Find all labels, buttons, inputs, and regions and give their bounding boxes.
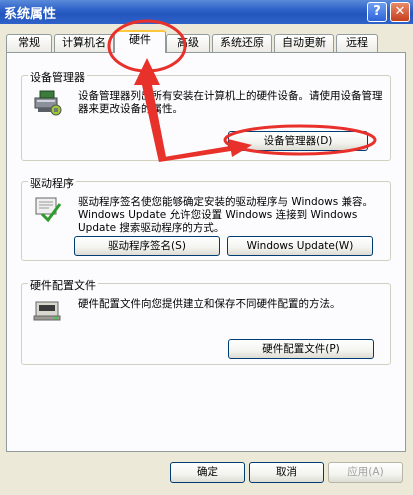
help-icon: ? [373, 4, 381, 19]
tab-general[interactable]: 常规 [6, 34, 52, 52]
title-bar: 系统属性 ? ✕ [0, 0, 413, 24]
tab-advanced[interactable]: 高级 [166, 34, 210, 52]
window-title: 系统属性 [4, 7, 57, 22]
apply-button[interactable]: 应用(A) [328, 462, 403, 483]
windows-update-button[interactable]: Windows Update(W) [227, 236, 373, 256]
cancel-button[interactable]: 取消 [249, 462, 324, 483]
close-button[interactable]: ✕ [390, 2, 410, 22]
drivers-group-title: 驱动程序 [28, 175, 76, 191]
hardware-profiles-icon [33, 301, 61, 321]
tab-hardware[interactable]: 硬件 [114, 30, 166, 53]
device-manager-description: 设备管理器列出所有安装在计算机上的硬件设备。请使用设备管理器来更改设备的属性。 [78, 90, 383, 115]
device-manager-button[interactable]: 设备管理器(D) [228, 131, 368, 151]
tab-strip: 常规 计算机名 硬件 高级 系统还原 自动更新 远程 [6, 30, 406, 53]
help-button[interactable]: ? [367, 2, 387, 22]
hardware-tab-panel: 设备管理器 设备管理器列出所有安装在计算机上的硬件设备。请使用设备管理器来更改设… [6, 52, 406, 452]
device-manager-icon [34, 90, 62, 116]
drivers-description: 驱动程序签名使您能够确定安装的驱动程序与 Windows 兼容。Windows … [78, 196, 374, 234]
driver-signing-button[interactable]: 驱动程序签名(S) [74, 236, 220, 256]
close-icon: ✕ [394, 4, 406, 19]
device-manager-group: 设备管理器 设备管理器列出所有安装在计算机上的硬件设备。请使用设备管理器来更改设… [21, 69, 391, 161]
device-manager-group-title: 设备管理器 [28, 69, 87, 85]
ok-button[interactable]: 确定 [170, 462, 245, 483]
driver-signing-icon [35, 197, 62, 223]
hardware-profiles-group: 硬件配置文件 硬件配置文件向您提供建立和保存不同硬件配置的方法。 硬件配置文件(… [21, 277, 391, 365]
tab-remote[interactable]: 远程 [336, 34, 378, 52]
hardware-profiles-description: 硬件配置文件向您提供建立和保存不同硬件配置的方法。 [78, 298, 341, 310]
tab-automatic-updates[interactable]: 自动更新 [274, 34, 334, 52]
tab-system-restore[interactable]: 系统还原 [212, 34, 272, 52]
hardware-profiles-group-title: 硬件配置文件 [28, 277, 98, 293]
tab-computer-name[interactable]: 计算机名 [54, 34, 114, 52]
hardware-profiles-button[interactable]: 硬件配置文件(P) [228, 339, 374, 359]
drivers-group: 驱动程序 驱动程序签名使您能够确定安装的驱动程序与 Windows 兼容。Win… [21, 175, 391, 261]
